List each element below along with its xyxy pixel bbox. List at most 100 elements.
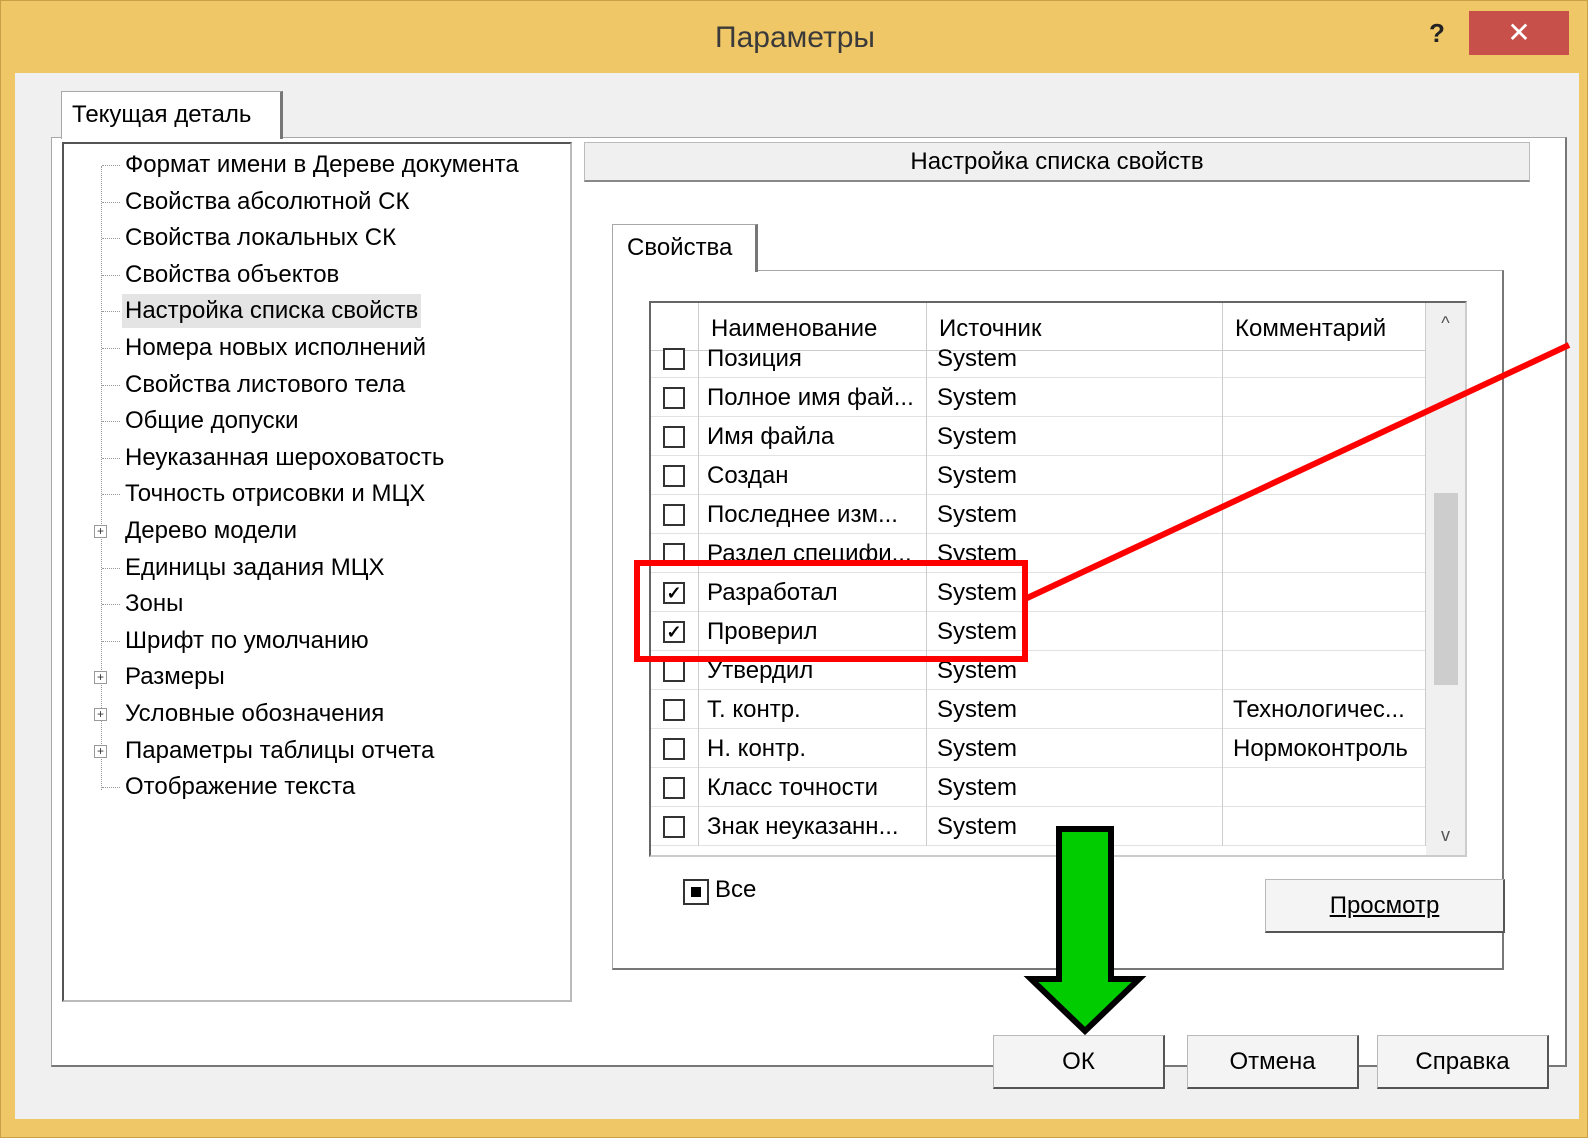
tree-item[interactable]: + Дерево модели bbox=[64, 514, 564, 548]
tree-item-label: Общие допуски bbox=[125, 407, 299, 435]
table-row[interactable]: ✓ Разработал System bbox=[651, 573, 1426, 612]
tree-item[interactable]: Номера новых исполнений bbox=[64, 331, 564, 365]
row-checkbox[interactable] bbox=[663, 816, 685, 838]
table-row[interactable]: Знак неуказанн... System bbox=[651, 807, 1426, 846]
table-row[interactable]: Раздел специфи... System bbox=[651, 534, 1426, 573]
tree-item[interactable]: Свойства листового тела bbox=[64, 368, 564, 402]
tree-connector bbox=[102, 640, 120, 642]
table-row[interactable]: ✓ Проверил System bbox=[651, 612, 1426, 651]
scroll-thumb[interactable] bbox=[1434, 493, 1458, 685]
expand-icon[interactable]: + bbox=[94, 744, 107, 758]
table-row[interactable]: Имя файла System bbox=[651, 417, 1426, 456]
row-checkbox[interactable] bbox=[663, 543, 685, 565]
tree-item[interactable]: + Параметры таблицы отчета bbox=[64, 734, 564, 768]
tree-connector bbox=[102, 787, 120, 789]
tree-connector bbox=[102, 311, 120, 313]
tree-item[interactable]: Неуказанная шероховатость bbox=[64, 441, 564, 475]
scroll-down-icon[interactable]: v bbox=[1426, 815, 1465, 855]
cell-name: Проверил bbox=[699, 612, 927, 651]
row-checkbox[interactable] bbox=[663, 426, 685, 448]
cell-source: System bbox=[927, 339, 1223, 378]
properties-panel: Наименование Источник Комментарий Позици… bbox=[612, 270, 1505, 970]
row-checkbox[interactable] bbox=[663, 738, 685, 760]
scroll-up-icon[interactable]: ^ bbox=[1426, 303, 1465, 343]
tree-item[interactable]: Настройка списка свойств bbox=[64, 294, 564, 329]
row-checkbox[interactable] bbox=[663, 660, 685, 682]
table-row[interactable]: Полное имя фай... System bbox=[651, 378, 1426, 417]
tree-connector bbox=[102, 494, 120, 496]
properties-grid[interactable]: Наименование Источник Комментарий Позици… bbox=[649, 301, 1467, 857]
cell-comment bbox=[1223, 495, 1426, 534]
ok-button[interactable]: ОК bbox=[993, 1035, 1165, 1089]
cell-source: System bbox=[927, 612, 1223, 651]
settings-tree[interactable]: Формат имени в Дереве документа Свойства … bbox=[62, 142, 572, 1002]
tree-item[interactable]: Формат имени в Дереве документа bbox=[64, 148, 564, 182]
tree-item[interactable]: + Размеры bbox=[64, 660, 564, 694]
tree-connector bbox=[102, 457, 120, 459]
row-checkbox[interactable] bbox=[663, 387, 685, 409]
table-row[interactable]: Позиция System bbox=[651, 339, 1426, 378]
tree-connector bbox=[102, 201, 120, 203]
row-checkbox[interactable]: ✓ bbox=[663, 582, 685, 604]
tree-item[interactable]: Шрифт по умолчанию bbox=[64, 624, 564, 658]
preview-button[interactable]: Просмотр bbox=[1265, 879, 1505, 933]
row-checkbox[interactable]: ✓ bbox=[663, 621, 685, 643]
cell-name: Последнее изм... bbox=[699, 495, 927, 534]
table-row[interactable]: Создан System bbox=[651, 456, 1426, 495]
row-checkbox[interactable] bbox=[663, 777, 685, 799]
tree-item-label: Свойства локальных СК bbox=[125, 224, 397, 252]
cell-comment bbox=[1223, 456, 1426, 495]
help-title-button[interactable]: ? bbox=[1419, 15, 1455, 51]
cell-source: System bbox=[927, 729, 1223, 768]
row-check-cell bbox=[651, 456, 699, 495]
row-checkbox[interactable] bbox=[663, 699, 685, 721]
tree-item[interactable]: Свойства абсолютной СК bbox=[64, 185, 564, 219]
tree-item[interactable]: Зоны bbox=[64, 587, 564, 621]
cell-name: Утвердил bbox=[699, 651, 927, 690]
expand-icon[interactable]: + bbox=[94, 525, 107, 538]
cell-comment bbox=[1223, 612, 1426, 651]
close-button[interactable]: ✕ bbox=[1469, 11, 1569, 55]
tree-item-label: Отображение текста bbox=[125, 773, 356, 801]
row-check-cell bbox=[651, 651, 699, 690]
expand-icon[interactable]: + bbox=[94, 708, 107, 721]
cell-name: Класс точности bbox=[699, 768, 927, 807]
tree-item[interactable]: Свойства локальных СК bbox=[64, 221, 564, 255]
grid-scrollbar[interactable]: ^ v bbox=[1426, 303, 1465, 855]
row-checkbox[interactable] bbox=[663, 504, 685, 526]
table-row[interactable]: Утвердил System bbox=[651, 651, 1426, 690]
tab-current-part[interactable]: Текущая деталь bbox=[61, 91, 283, 139]
tree-connector bbox=[102, 421, 120, 423]
tree-item-label: Дерево модели bbox=[125, 517, 298, 544]
tree-connector bbox=[102, 604, 120, 606]
table-row[interactable]: Последнее изм... System bbox=[651, 495, 1426, 534]
tree-item[interactable]: Общие допуски bbox=[64, 404, 564, 438]
row-check-cell bbox=[651, 495, 699, 534]
tree-item[interactable]: Свойства объектов bbox=[64, 258, 564, 292]
row-checkbox[interactable] bbox=[663, 465, 685, 487]
tree-item-label: Формат имени в Дереве документа bbox=[125, 151, 519, 178]
tab-properties[interactable]: Свойства bbox=[612, 224, 758, 272]
table-row[interactable]: Н. контр. System Нормоконтроль bbox=[651, 729, 1426, 768]
tree-item[interactable]: Точность отрисовки и МЦХ bbox=[64, 477, 564, 511]
tree-item[interactable]: Отображение текста bbox=[64, 770, 564, 804]
all-checkbox[interactable] bbox=[683, 879, 709, 905]
indeterminate-mark bbox=[691, 887, 701, 897]
cell-comment bbox=[1223, 651, 1426, 690]
tree-item[interactable]: + Условные обозначения bbox=[64, 697, 564, 731]
dialog-client-area: Текущая деталь Формат имени в Дереве док… bbox=[15, 73, 1579, 1119]
tree-item[interactable]: Единицы задания МЦХ bbox=[64, 551, 564, 585]
cell-source: System bbox=[927, 534, 1223, 573]
table-row[interactable]: Класс точности System bbox=[651, 768, 1426, 807]
row-check-cell bbox=[651, 534, 699, 573]
tree-item-label: Свойства листового тела bbox=[125, 370, 406, 398]
help-button[interactable]: Справка bbox=[1377, 1035, 1549, 1089]
cell-name: Полное имя фай... bbox=[699, 378, 927, 417]
row-checkbox[interactable] bbox=[663, 348, 685, 370]
cell-source: System bbox=[927, 768, 1223, 807]
cell-name: Создан bbox=[699, 456, 927, 495]
cancel-button[interactable]: Отмена bbox=[1187, 1035, 1359, 1089]
expand-icon[interactable]: + bbox=[94, 671, 107, 685]
table-row[interactable]: Т. контр. System Технологичес... bbox=[651, 690, 1426, 729]
all-checkbox-label: Все bbox=[715, 876, 757, 903]
